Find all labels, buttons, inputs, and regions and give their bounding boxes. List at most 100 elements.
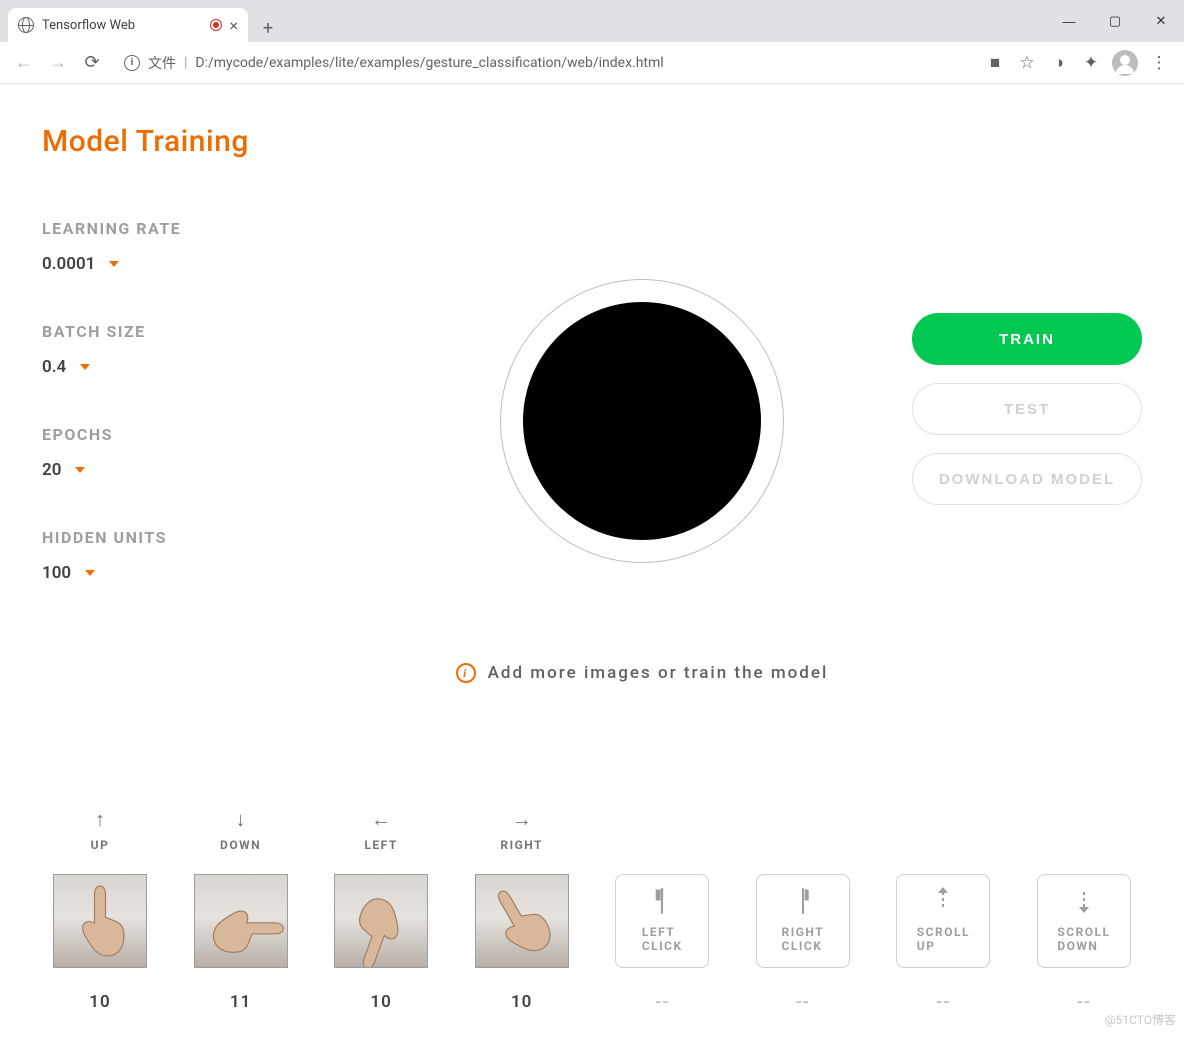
gesture-thumbnail[interactable]	[53, 874, 147, 968]
arrow-up-icon: ↑	[95, 808, 105, 830]
gesture-label: LEFT	[364, 838, 397, 852]
main-row: LEARNING RATE 0.0001 BATCH SIZE 0.4 EPOC…	[42, 219, 1142, 683]
gesture-label: RIGHT	[500, 838, 543, 852]
gesture-box-label: LEFTCLICK	[642, 925, 683, 953]
page-content: Model Training LEARNING RATE 0.0001 BATC…	[0, 84, 1184, 683]
window-controls: — ▢ ✕	[1046, 0, 1184, 42]
tab-strip: Tensorflow Web × + — ▢ ✕	[0, 0, 1184, 42]
chevron-down-icon	[109, 261, 119, 267]
gesture-count: 10	[511, 992, 532, 1012]
browser-tab[interactable]: Tensorflow Web ×	[8, 8, 248, 42]
gesture-tile: SCROLLUP --	[893, 808, 993, 1012]
gesture-tile: SCROLLDOWN --	[1034, 808, 1134, 1012]
page-title: Model Training	[42, 124, 1142, 159]
gesture-thumbnail[interactable]	[334, 874, 428, 968]
param-epochs: EPOCHS 20	[42, 425, 372, 480]
param-value: 0.0001	[42, 254, 95, 274]
param-select-hidden-units[interactable]: 100	[42, 563, 372, 583]
watermark: @51CTO博客	[1105, 1011, 1176, 1028]
param-value: 100	[42, 563, 71, 583]
gesture-thumbnail[interactable]	[194, 874, 288, 968]
dashed-up-icon	[942, 889, 944, 913]
extension-icon-1[interactable]: ◑	[1048, 52, 1070, 74]
gesture-box-label: RIGHTCLICK	[782, 925, 825, 953]
site-info-icon[interactable]: i	[124, 55, 140, 71]
camera-feed	[523, 302, 761, 540]
gesture-tile: RIGHTCLICK --	[753, 808, 853, 1012]
arrow-right-icon: →	[512, 808, 532, 830]
back-button[interactable]: ←	[10, 49, 38, 77]
reload-button[interactable]: ⟳	[78, 49, 106, 77]
tab-title: Tensorflow Web	[42, 18, 203, 33]
hyperparameters-panel: LEARNING RATE 0.0001 BATCH SIZE 0.4 EPOC…	[42, 219, 372, 631]
forward-button[interactable]: →	[44, 49, 72, 77]
gesture-tiles: ↑ UP 10 ↓ DOWN 11 ← LEFT 10 → RIGHT	[0, 808, 1184, 1012]
gesture-capture-button[interactable]: SCROLLUP	[896, 874, 990, 968]
close-tab-icon[interactable]: ×	[229, 16, 238, 35]
arrow-left-icon: ←	[371, 808, 391, 830]
actions-panel: TRAIN TEST DOWNLOAD MODEL	[912, 219, 1142, 505]
gesture-capture-button[interactable]: RIGHTCLICK	[756, 874, 850, 968]
download-model-button[interactable]: DOWNLOAD MODEL	[912, 453, 1142, 505]
url-scheme: 文件	[148, 53, 176, 73]
extensions-puzzle-icon[interactable]: ✦	[1080, 52, 1102, 74]
gesture-tile: → RIGHT 10	[472, 808, 572, 1012]
gesture-capture-button[interactable]: LEFTCLICK	[615, 874, 709, 968]
param-label: EPOCHS	[42, 425, 372, 444]
gesture-tile: ↓ DOWN 11	[191, 808, 291, 1012]
param-label: LEARNING RATE	[42, 219, 372, 238]
dashed-down-icon	[1083, 889, 1085, 913]
hint-text: Add more images or train the model	[488, 663, 829, 683]
gesture-tile: ↑ UP 10	[50, 808, 150, 1012]
arrow-down-icon: ↓	[236, 808, 246, 830]
param-label: BATCH SIZE	[42, 322, 372, 341]
param-select-learning-rate[interactable]: 0.0001	[42, 254, 372, 274]
url-text: D:/mycode/examples/lite/examples/gesture…	[195, 55, 663, 71]
mouse-right-icon	[802, 889, 804, 913]
gesture-box-label: SCROLLDOWN	[1057, 925, 1110, 953]
train-button[interactable]: TRAIN	[912, 313, 1142, 365]
minimize-button[interactable]: —	[1046, 5, 1092, 37]
gesture-count: --	[1077, 992, 1091, 1012]
new-tab-button[interactable]: +	[254, 14, 282, 42]
hint-row: i Add more images or train the model	[456, 663, 829, 683]
gesture-count: 11	[230, 992, 251, 1012]
gesture-tile: ← LEFT 10	[331, 808, 431, 1012]
info-icon: i	[456, 663, 476, 683]
param-batch-size: BATCH SIZE 0.4	[42, 322, 372, 377]
gesture-count: --	[655, 992, 669, 1012]
camera-ring	[500, 279, 784, 563]
gesture-box-label: SCROLLUP	[917, 925, 970, 953]
test-button[interactable]: TEST	[912, 383, 1142, 435]
address-bar[interactable]: i 文件 | D:/mycode/examples/lite/examples/…	[112, 48, 978, 78]
globe-icon	[18, 17, 34, 33]
param-hidden-units: HIDDEN UNITS 100	[42, 528, 372, 583]
param-learning-rate: LEARNING RATE 0.0001	[42, 219, 372, 274]
gesture-count: 10	[370, 992, 391, 1012]
mouse-left-icon	[661, 889, 663, 913]
kebab-menu-icon[interactable]: ⋮	[1148, 52, 1170, 74]
browser-toolbar: ← → ⟳ i 文件 | D:/mycode/examples/lite/exa…	[0, 42, 1184, 84]
url-separator: |	[184, 55, 187, 71]
camera-icon[interactable]: ■	[984, 52, 1006, 74]
param-label: HIDDEN UNITS	[42, 528, 372, 547]
gesture-capture-button[interactable]: SCROLLDOWN	[1037, 874, 1131, 968]
recording-icon	[211, 20, 221, 30]
gesture-tile: LEFTCLICK --	[612, 808, 712, 1012]
maximize-button[interactable]: ▢	[1092, 5, 1138, 37]
gesture-thumbnail[interactable]	[475, 874, 569, 968]
param-value: 0.4	[42, 357, 66, 377]
gesture-count: --	[936, 992, 950, 1012]
param-value: 20	[42, 460, 61, 480]
close-window-button[interactable]: ✕	[1138, 5, 1184, 37]
gesture-label: DOWN	[220, 838, 261, 852]
toolbar-right: ■ ☆ ◑ ✦ ⋮	[984, 50, 1174, 76]
param-select-epochs[interactable]: 20	[42, 460, 372, 480]
camera-preview-area: i Add more images or train the model	[372, 219, 912, 683]
param-select-batch-size[interactable]: 0.4	[42, 357, 372, 377]
bookmark-star-icon[interactable]: ☆	[1016, 52, 1038, 74]
chevron-down-icon	[75, 467, 85, 473]
chevron-down-icon	[85, 570, 95, 576]
gesture-count: 10	[89, 992, 110, 1012]
profile-avatar-icon[interactable]	[1112, 50, 1138, 76]
